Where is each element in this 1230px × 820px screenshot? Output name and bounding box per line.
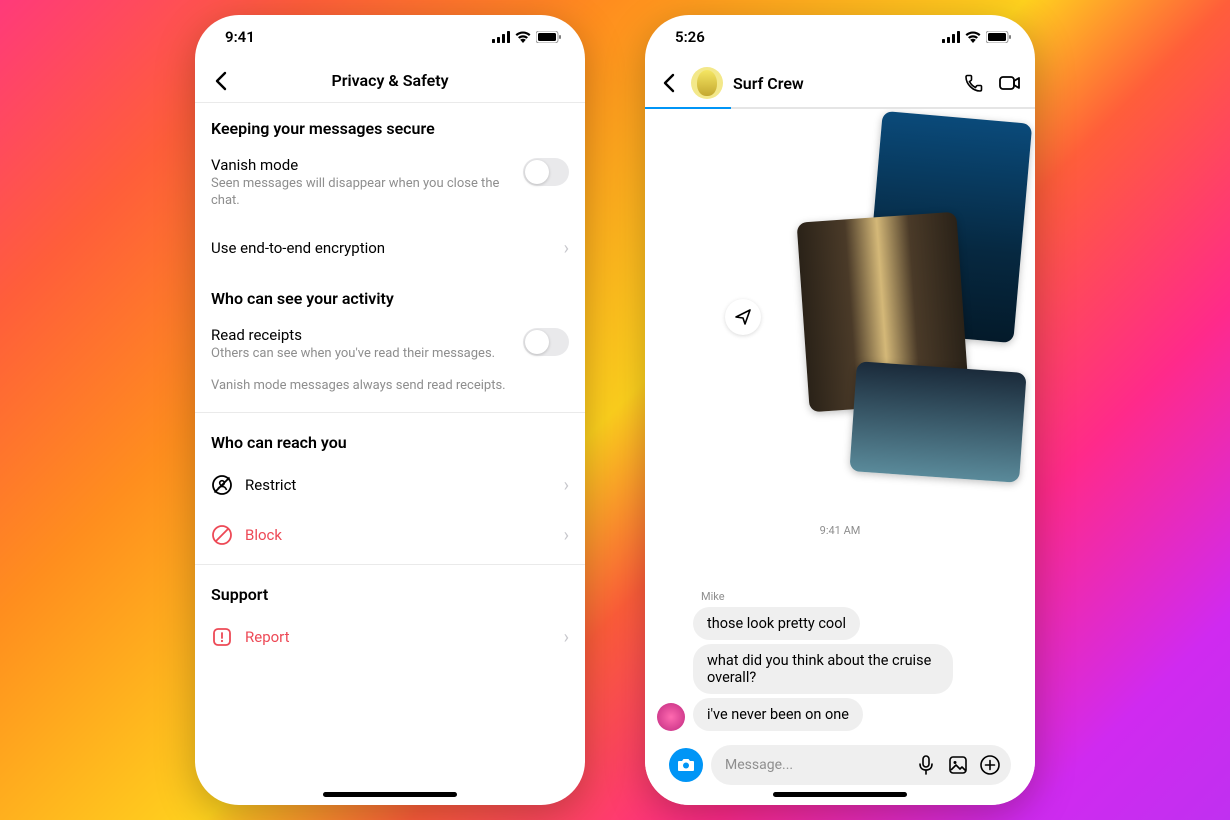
- battery-icon: [536, 31, 561, 43]
- messages: Mike those look pretty cool what did you…: [645, 590, 1035, 805]
- chat-header: Surf Crew: [645, 59, 1035, 107]
- vanish-mode-sub: Seen messages will disappear when you cl…: [211, 176, 511, 210]
- section-activity-title: Who can see your activity: [195, 273, 585, 316]
- row-vanish-mode: Vanish mode Seen messages will disappear…: [195, 146, 585, 224]
- e2e-label: Use end-to-end encryption: [211, 239, 552, 257]
- section-secure-title: Keeping your messages secure: [195, 103, 585, 146]
- status-time: 5:26: [675, 28, 705, 46]
- restrict-label: Restrict: [245, 476, 552, 494]
- chevron-right-icon: ›: [564, 525, 569, 546]
- mic-button[interactable]: [913, 752, 939, 778]
- block-icon: [211, 524, 233, 546]
- row-read-receipts: Read receipts Others can see when you've…: [195, 316, 585, 377]
- gallery-button[interactable]: [945, 752, 971, 778]
- cellular-icon: [942, 31, 960, 43]
- read-receipts-sub: Others can see when you've read their me…: [211, 346, 511, 363]
- row-block[interactable]: Block ›: [195, 510, 585, 560]
- message-input[interactable]: Message...: [711, 745, 1011, 785]
- message-bubble[interactable]: i've never been on one: [693, 698, 863, 731]
- camera-button[interactable]: [669, 748, 703, 782]
- status-indicators: [942, 31, 1011, 43]
- home-indicator: [323, 792, 457, 797]
- wifi-icon: [515, 31, 531, 43]
- message-row: i've never been on one: [657, 698, 1023, 731]
- page-title: Privacy & Safety: [331, 71, 448, 90]
- read-receipts-toggle[interactable]: [523, 328, 569, 356]
- chat-body: 9:41 AM Mike those look pretty cool what…: [645, 109, 1035, 805]
- camera-icon: [677, 757, 695, 773]
- chat-avatar[interactable]: [691, 67, 723, 99]
- wifi-icon: [965, 31, 981, 43]
- read-receipts-note: Vanish mode messages always send read re…: [195, 377, 585, 409]
- settings-content: Keeping your messages secure Vanish mode…: [195, 103, 585, 805]
- divider: [195, 564, 585, 565]
- read-receipts-label: Read receipts: [211, 326, 511, 344]
- message-row: what did you think about the cruise over…: [657, 644, 1023, 694]
- video-icon: [998, 72, 1022, 94]
- row-report[interactable]: Report ›: [195, 612, 585, 662]
- cellular-icon: [492, 31, 510, 43]
- report-label: Report: [245, 628, 552, 646]
- add-button[interactable]: [977, 752, 1003, 778]
- phone-chat: 5:26 Surf Crew: [645, 15, 1035, 805]
- message-row: those look pretty cool: [657, 607, 1023, 640]
- status-bar: 9:41: [195, 15, 585, 59]
- message-placeholder: Message...: [725, 757, 907, 773]
- plus-circle-icon: [979, 754, 1001, 776]
- vanish-mode-toggle[interactable]: [523, 158, 569, 186]
- send-icon: [734, 308, 752, 326]
- row-e2e[interactable]: Use end-to-end encryption ›: [195, 224, 585, 273]
- back-button[interactable]: [657, 73, 681, 93]
- audio-call-button[interactable]: [961, 70, 987, 96]
- restrict-icon: [211, 474, 233, 496]
- divider: [195, 412, 585, 413]
- nav-bar: Privacy & Safety: [195, 59, 585, 103]
- chevron-left-icon: [215, 71, 227, 91]
- sender-name: Mike: [701, 590, 1023, 603]
- report-icon: [211, 626, 233, 648]
- phone-icon: [963, 72, 985, 94]
- home-indicator: [773, 792, 907, 797]
- section-reach-title: Who can reach you: [195, 417, 585, 460]
- section-support-title: Support: [195, 569, 585, 612]
- chevron-left-icon: [663, 73, 675, 93]
- status-indicators: [492, 31, 561, 43]
- chevron-right-icon: ›: [564, 627, 569, 648]
- chevron-right-icon: ›: [564, 475, 569, 496]
- chevron-right-icon: ›: [564, 238, 569, 259]
- collage-image: [849, 361, 1026, 483]
- phone-settings: 9:41 Privacy & Safety Keeping your messa…: [195, 15, 585, 805]
- battery-icon: [986, 31, 1011, 43]
- row-restrict[interactable]: Restrict ›: [195, 460, 585, 510]
- share-button[interactable]: [725, 299, 761, 335]
- photo-collage[interactable]: [773, 117, 1023, 487]
- message-bubble[interactable]: those look pretty cool: [693, 607, 860, 640]
- mic-icon: [917, 755, 935, 775]
- chat-title[interactable]: Surf Crew: [733, 74, 951, 93]
- block-label: Block: [245, 526, 552, 544]
- message-avatar[interactable]: [657, 703, 685, 731]
- message-bubble[interactable]: what did you think about the cruise over…: [693, 644, 953, 694]
- back-button[interactable]: [207, 67, 235, 95]
- status-bar: 5:26: [645, 15, 1035, 59]
- video-call-button[interactable]: [997, 70, 1023, 96]
- status-time: 9:41: [225, 28, 255, 46]
- vanish-mode-label: Vanish mode: [211, 156, 511, 174]
- image-icon: [948, 755, 968, 775]
- timestamp: 9:41 AM: [645, 524, 1035, 537]
